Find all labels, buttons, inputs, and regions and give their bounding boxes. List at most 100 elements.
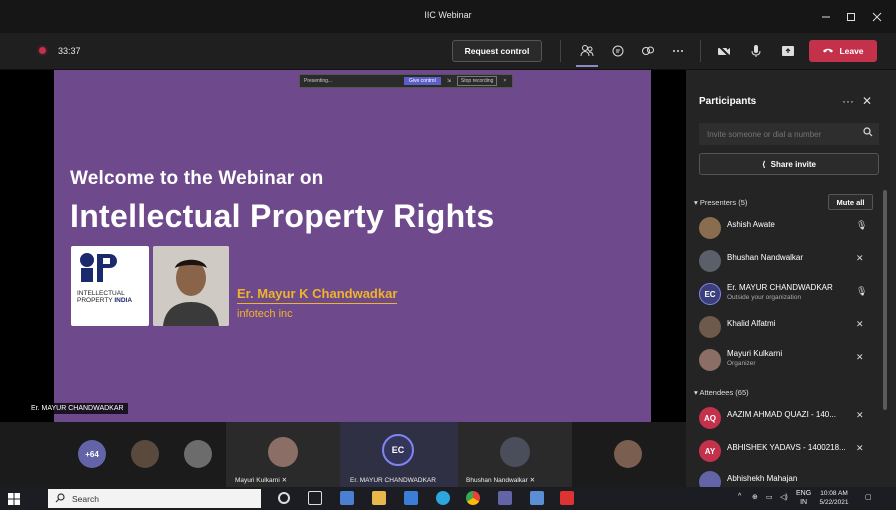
file-explorer-icon[interactable] (372, 491, 386, 505)
participant-subtitle: Organizer (727, 360, 756, 367)
participant-avatar (500, 437, 530, 467)
participant-tiles-strip: +64 Mayuri Kulkarni ✕ EC Er. MAYUR CHAND… (0, 422, 686, 487)
mic-off-icon: ✕ (856, 253, 864, 263)
participant-name: AAZIM AHMAD QUAZI - 140... (727, 410, 836, 419)
participants-icon[interactable] (577, 41, 597, 61)
participant-row[interactable]: Ashish Awate 🎙 (699, 214, 879, 242)
more-options-icon[interactable]: ··· (842, 94, 854, 108)
camera-off-icon[interactable] (714, 41, 734, 61)
microphone-icon[interactable] (746, 41, 766, 61)
stop-recording-button[interactable]: Stop recording (456, 76, 498, 86)
stage-speaker-tag: Er. MAYUR CHANDWADKAR (27, 403, 128, 414)
more-actions-icon[interactable] (668, 41, 688, 61)
participant-tile[interactable]: Mayuri Kulkarni ✕ (226, 422, 340, 487)
hang-up-icon (822, 46, 834, 56)
acrobat-icon[interactable] (560, 491, 574, 505)
tray-chevron-icon[interactable]: ^ (738, 493, 741, 500)
close-panel-icon[interactable]: ✕ (862, 94, 872, 108)
notifications-icon[interactable]: ▢ (865, 493, 872, 501)
pin-icon[interactable]: ⇲ (447, 78, 451, 84)
participant-avatar[interactable] (184, 440, 212, 468)
presentation-slide: Presenting... Give control ⇲ Stop record… (54, 70, 651, 422)
participant-avatar[interactable] (131, 440, 159, 468)
toolbar-divider (560, 40, 561, 62)
taskbar-search-box[interactable]: Search (48, 489, 261, 508)
mic-off-icon: ✕ (856, 319, 864, 329)
request-control-button[interactable]: Request control (452, 40, 542, 62)
tile-name-label: Bhushan Nandwalkar ✕ (466, 477, 536, 484)
participant-row[interactable]: Khalid Alfatmi ✕ (699, 313, 879, 341)
participant-row[interactable]: Mayuri Kulkarni Organizer ✕ (699, 346, 879, 374)
participant-name: Ashish Awate (727, 220, 775, 229)
search-icon[interactable] (863, 127, 873, 140)
leave-label: Leave (839, 46, 864, 56)
share-screen-icon[interactable] (778, 41, 798, 61)
give-control-button[interactable]: Give control (404, 77, 441, 85)
network-icon[interactable]: ⊕ (752, 493, 758, 501)
participant-row[interactable]: Bhushan Nandwalkar ✕ (699, 247, 879, 275)
avatar: AY (699, 440, 721, 462)
mail-icon[interactable] (404, 491, 418, 505)
teams-window: IIC Webinar 33:37 Request control Leave … (0, 0, 896, 510)
search-icon (55, 493, 65, 505)
avatar (699, 217, 721, 239)
calculator-icon[interactable] (340, 491, 354, 505)
panel-scrollbar[interactable] (883, 190, 887, 410)
participant-row[interactable]: Abhishekh Mahajan (699, 468, 879, 487)
participant-name: Khalid Alfatmi (727, 319, 776, 328)
mute-all-button[interactable]: Mute all (828, 194, 873, 210)
taskbar-search-label: Search (72, 493, 99, 504)
windows-taskbar: Search ^ ⊕ ▭ ◁) ENG IN 10:08 AM 5/22/202… (0, 487, 896, 510)
avatar: AQ (699, 407, 721, 429)
chat-icon[interactable] (608, 41, 628, 61)
slide-company-name: infotech inc (237, 308, 293, 320)
leave-button[interactable]: Leave (809, 40, 877, 62)
invite-input[interactable] (699, 123, 879, 145)
windows-start-icon[interactable] (8, 493, 20, 505)
chrome-icon[interactable] (466, 491, 480, 505)
participant-row[interactable]: AQ AAZIM AHMAD QUAZI - 140... ✕ (699, 404, 879, 432)
language-indicator[interactable]: ENG IN (796, 489, 811, 507)
photos-icon[interactable] (530, 491, 544, 505)
participant-name: ABHISHEK YADAVS - 1400218... (727, 443, 846, 452)
overflow-participants-badge[interactable]: +64 (78, 440, 106, 468)
close-share-icon[interactable]: × (503, 78, 506, 84)
task-view-icon[interactable] (308, 491, 322, 505)
reactions-icon[interactable] (638, 41, 658, 61)
participant-row[interactable]: EC Er. MAYUR CHANDWADKAR Outside your or… (699, 280, 879, 308)
ip-india-logo-text: INTELLECTUAL PROPERTY INDIA (77, 290, 133, 304)
restore-icon[interactable] (840, 7, 862, 27)
mic-off-icon: ✕ (281, 477, 288, 484)
edge-icon[interactable] (436, 491, 450, 505)
attendees-header[interactable]: ▾ Attendees (65) (694, 388, 749, 397)
share-icon: ⟨ (761, 159, 766, 169)
volume-icon[interactable]: ◁) (780, 493, 788, 501)
presenter-photo (153, 246, 229, 326)
presenters-header[interactable]: ▾ Presenters (5) (694, 198, 747, 207)
close-icon[interactable] (866, 7, 888, 27)
battery-icon[interactable]: ▭ (766, 493, 773, 501)
microphone-icon: 🎙 (856, 220, 868, 230)
taskbar-clock[interactable]: 10:08 AM 5/22/2021 (812, 489, 856, 507)
participant-row[interactable]: AY ABHISHEK YADAVS - 1400218... ✕ (699, 437, 879, 465)
cortana-icon[interactable] (278, 492, 290, 504)
presenting-status: Presenting... (304, 78, 333, 84)
shared-screen-stage: Presenting... Give control ⇲ Stop record… (0, 70, 686, 422)
mic-off-icon: ✕ (856, 443, 864, 453)
avatar (699, 250, 721, 272)
share-invite-label: Share invite (770, 159, 816, 169)
window-title: IIC Webinar (424, 10, 472, 20)
participant-avatar[interactable] (614, 440, 642, 468)
tile-name-label: Er. MAYUR CHANDWADKAR (350, 477, 436, 484)
share-invite-button[interactable]: ⟨ Share invite (699, 153, 879, 175)
teams-icon[interactable] (498, 491, 512, 505)
meeting-toolbar: 33:37 Request control Leave (0, 33, 896, 70)
participant-tile[interactable]: Bhushan Nandwalkar ✕ (458, 422, 572, 487)
avatar (699, 349, 721, 371)
participant-tile[interactable]: EC Er. MAYUR CHANDWADKAR (340, 422, 458, 487)
presenter-underline (237, 303, 397, 304)
avatar (699, 471, 721, 487)
minimize-icon[interactable] (815, 7, 837, 27)
mic-off-icon: ✕ (856, 410, 864, 420)
participant-avatar: EC (382, 434, 414, 466)
